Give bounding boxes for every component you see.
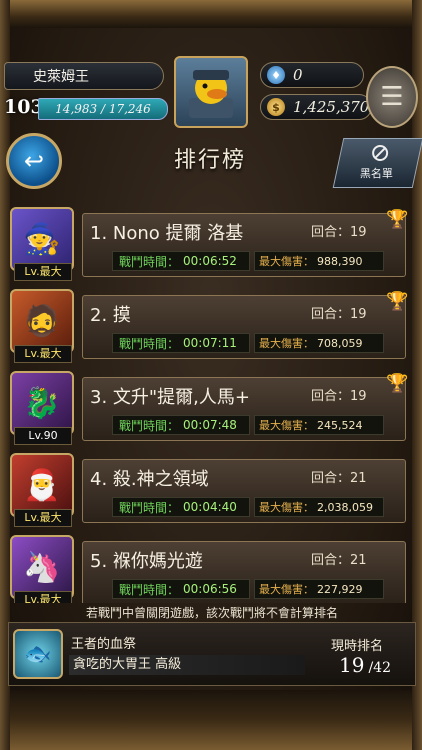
max-damage-value: 227,929 [317, 582, 363, 596]
gem-counter[interactable]: ♦ 0 [260, 62, 364, 88]
current-rank-label: 現時排名 [331, 639, 384, 654]
battle-time-value: 00:07:48 [183, 418, 237, 432]
ornate-bottom-border [0, 690, 422, 750]
ranking-notice: 若戰鬥中曾關閉遊戲，該次戰鬥將不會計算排名 [85, 606, 338, 620]
player-level: 103 [4, 96, 44, 118]
current-rank: 19/42 [339, 653, 391, 677]
back-arrow-icon: ↩ [23, 147, 45, 175]
character-icon: 🧙 [23, 221, 61, 257]
max-damage: 最大傷害： 708,059 [254, 333, 384, 353]
rounds-count: 回合：19 [311, 225, 367, 240]
player-name: 史萊姆王 [4, 62, 164, 90]
event-name: 王者的血祭 [71, 637, 137, 652]
gold-value: 1,425,370 [293, 98, 370, 116]
battle-time-label: 戰鬥時間： [119, 336, 180, 351]
battle-time-value: 00:06:52 [183, 254, 237, 268]
max-damage: 最大傷害： 988,390 [254, 251, 384, 271]
event-boss-icon[interactable]: 🐟 [13, 629, 63, 679]
character-icon: 🎅 [23, 467, 61, 503]
gem-icon: ♦ [267, 66, 285, 84]
max-damage: 最大傷害： 227,929 [254, 579, 384, 599]
player-exp-bar: 14,983 / 17,246 [38, 98, 168, 120]
duck-avatar-icon [189, 70, 233, 118]
character-portrait[interactable]: 🐉 [10, 371, 74, 435]
ranking-row[interactable]: 🧙 Lv.最大 1. Nono 提爾 洛基 回合：19 🏆 戰鬥時間： 00:06… [6, 205, 416, 281]
player-avatar[interactable] [174, 56, 248, 128]
battle-time: 戰鬥時間： 00:06:56 [112, 579, 250, 599]
total-participants: /42 [368, 660, 391, 676]
rounds-count: 回合：21 [311, 471, 367, 486]
player-rank-name: 4. 殺.神之領域 [90, 469, 209, 490]
player-rank-name: 3. 文升"提爾,人馬+ [90, 387, 250, 408]
fish-icon: 🐟 [24, 641, 52, 667]
back-button[interactable]: ↩ [6, 133, 62, 189]
max-damage-label: 最大傷害： [259, 337, 314, 350]
silver-trophy-icon: 🏆 [386, 291, 409, 312]
character-level: Lv.最大 [14, 345, 72, 363]
max-damage-label: 最大傷害： [259, 255, 314, 268]
character-level: Lv.最大 [14, 509, 72, 527]
battle-time-label: 戰鬥時間： [119, 418, 180, 433]
event-panel: 🐟 王者的血祭 貪吃的大胃王 高級 現時排名 19/42 [8, 622, 416, 686]
page-title: 排行榜 [173, 148, 246, 173]
blacklist-button[interactable]: 黑名單 [332, 138, 422, 188]
battle-time-label: 戰鬥時間： [119, 582, 180, 597]
bronze-trophy-icon: 🏆 [386, 373, 409, 394]
character-portrait[interactable]: 🦄 [10, 535, 74, 599]
battle-time-label: 戰鬥時間： [119, 500, 180, 515]
ranking-row[interactable]: 🐉 Lv.90 3. 文升"提爾,人馬+ 回合：19 🏆 戰鬥時間： 00:07:… [6, 369, 416, 445]
rounds-count: 回合：21 [311, 553, 367, 568]
ranking-row[interactable]: 🧔 Lv.最大 2. 摸 回合：19 🏆 戰鬥時間： 00:07:11 最大傷害：… [6, 287, 416, 363]
max-damage-label: 最大傷害： [259, 501, 314, 514]
ranking-row[interactable]: 🦄 Lv.最大 5. 褓你媽光遊 回合：21 戰鬥時間： 00:06:56 最大傷… [6, 533, 416, 603]
main-menu-button[interactable]: ☰ [366, 66, 418, 128]
player-rank-name: 1. Nono 提爾 洛基 [90, 223, 244, 244]
max-damage-value: 988,390 [317, 254, 363, 268]
character-portrait[interactable]: 🧙 [10, 207, 74, 271]
max-damage-value: 2,038,059 [317, 500, 373, 514]
battle-time: 戰鬥時間： 00:06:52 [112, 251, 250, 271]
character-icon: 🦄 [23, 549, 61, 585]
battle-time: 戰鬥時間： 00:07:48 [112, 415, 250, 435]
character-portrait[interactable]: 🎅 [10, 453, 74, 517]
max-damage: 最大傷害： 245,524 [254, 415, 384, 435]
event-boss-name: 貪吃的大胃王 高級 [69, 655, 305, 675]
battle-time-value: 00:04:40 [183, 500, 237, 514]
character-level: Lv.最大 [14, 263, 72, 281]
ranking-row[interactable]: 🎅 Lv.最大 4. 殺.神之領域 回合：21 戰鬥時間： 00:04:40 最大… [6, 451, 416, 527]
gold-trophy-icon: 🏆 [386, 209, 409, 230]
character-level: Lv.90 [14, 427, 72, 445]
character-level: Lv.最大 [14, 591, 72, 603]
max-damage-label: 最大傷害： [259, 419, 314, 432]
max-damage-value: 245,524 [317, 418, 363, 432]
battle-time: 戰鬥時間： 00:07:11 [112, 333, 250, 353]
menu-icon: ☰ [380, 82, 404, 112]
gold-counter[interactable]: $ 1,425,370 [260, 94, 372, 120]
max-damage: 最大傷害： 2,038,059 [254, 497, 384, 517]
current-rank-value: 19 [339, 653, 365, 677]
gold-coin-icon: $ [267, 98, 285, 116]
character-icon: 🐉 [23, 385, 61, 421]
max-damage-value: 708,059 [317, 336, 363, 350]
player-rank-name: 2. 摸 [90, 305, 131, 326]
max-damage-label: 最大傷害： [259, 583, 314, 596]
ban-icon [372, 145, 389, 161]
rounds-count: 回合：19 [311, 389, 367, 404]
battle-time: 戰鬥時間： 00:04:40 [112, 497, 250, 517]
player-rank-name: 5. 褓你媽光遊 [90, 551, 203, 572]
battle-time-label: 戰鬥時間： [119, 254, 180, 269]
battle-time-value: 00:06:56 [183, 582, 237, 596]
ranking-list[interactable]: 🧙 Lv.最大 1. Nono 提爾 洛基 回合：19 🏆 戰鬥時間： 00:06… [0, 203, 422, 603]
character-icon: 🧔 [23, 303, 61, 339]
gem-value: 0 [293, 66, 303, 84]
blacklist-label: 黑名單 [359, 167, 393, 180]
rounds-count: 回合：19 [311, 307, 367, 322]
character-portrait[interactable]: 🧔 [10, 289, 74, 353]
ornate-top-border [0, 0, 422, 28]
battle-time-value: 00:07:11 [183, 336, 237, 350]
